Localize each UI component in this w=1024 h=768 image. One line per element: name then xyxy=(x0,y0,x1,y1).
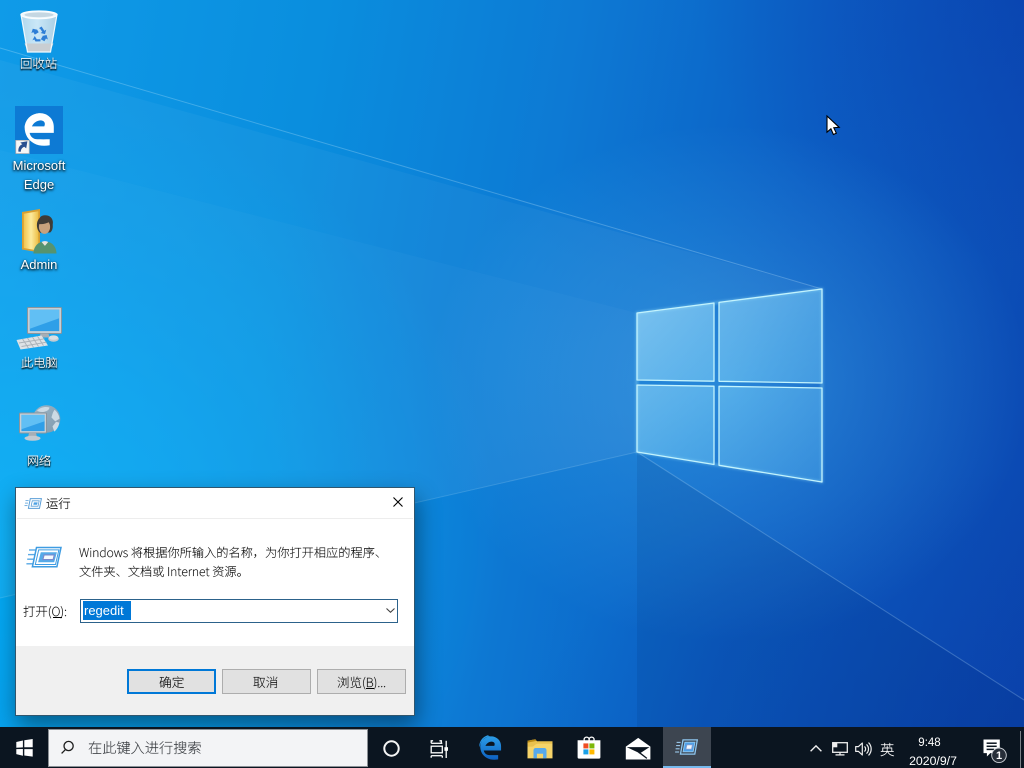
svg-text:1: 1 xyxy=(995,750,1001,762)
